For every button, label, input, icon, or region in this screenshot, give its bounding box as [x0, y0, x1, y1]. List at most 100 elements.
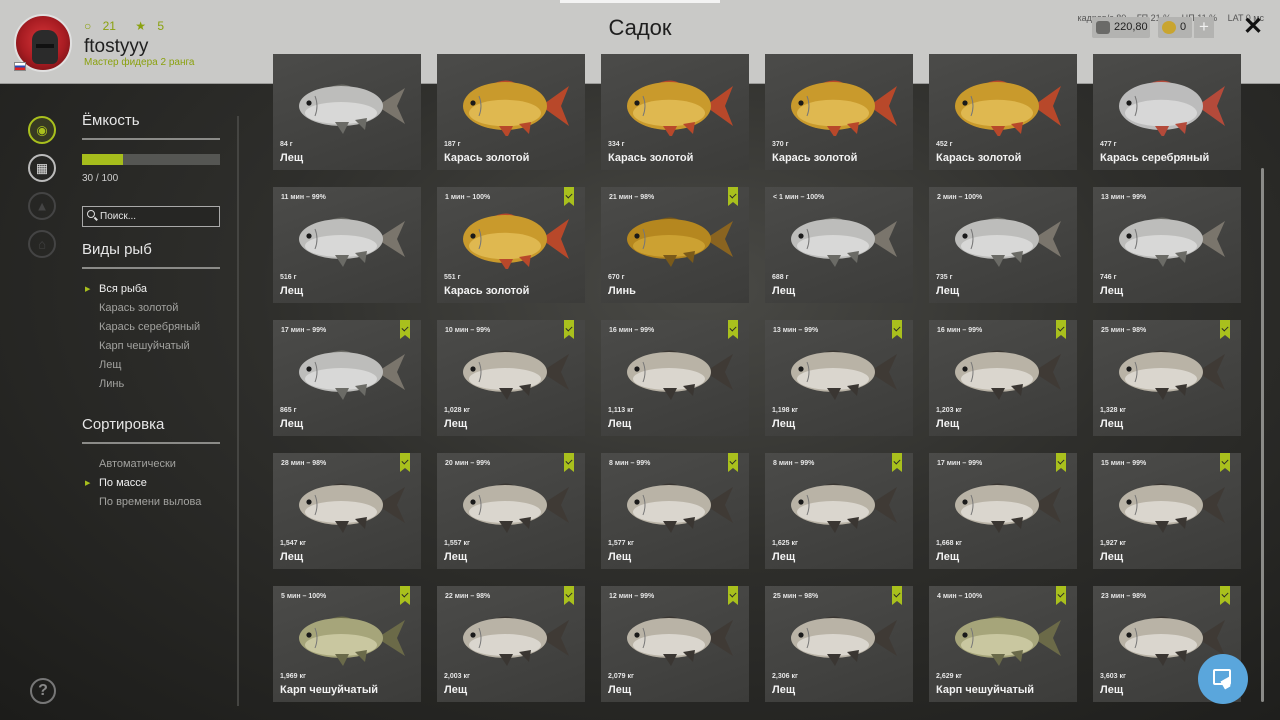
sort-list: АвтоматическиПо массеПо времени вылова: [82, 455, 220, 512]
fish-catch-info: 23 мин – 98%: [1101, 593, 1147, 600]
fish-card[interactable]: 21 мин – 98% 670 г Линь: [601, 187, 749, 303]
fish-card[interactable]: 452 г Карась золотой: [929, 54, 1077, 170]
fish-weight: 1,203 кг: [936, 407, 962, 414]
fish-catch-info: 15 мин – 99%: [1101, 460, 1147, 467]
fish-card[interactable]: 22 мин – 98% 2,003 кг Лещ: [437, 586, 585, 702]
fish-catch-info: 20 мин – 99%: [445, 460, 491, 467]
fish-image: [777, 608, 901, 668]
bookmark-check-icon: [892, 453, 902, 472]
species-filter-item[interactable]: Линь: [82, 375, 220, 394]
fish-image: [941, 342, 1065, 402]
fish-card[interactable]: 8 мин – 99% 1,625 кг Лещ: [765, 453, 913, 569]
fish-card[interactable]: 477 г Карась серебряный: [1093, 54, 1241, 170]
sort-option-item[interactable]: Автоматически: [82, 455, 220, 474]
fish-card[interactable]: 2 мин – 100% 735 г Лещ: [929, 187, 1077, 303]
fish-catch-info: 21 мин – 98%: [609, 194, 655, 201]
fish-weight: 1,557 кг: [444, 540, 470, 547]
search-input[interactable]: Поиск...: [82, 206, 220, 227]
fish-card[interactable]: 13 мин – 99% 746 г Лещ: [1093, 187, 1241, 303]
fish-weight: 2,079 кг: [608, 673, 634, 680]
silver-value: 220,80: [1114, 21, 1148, 33]
species-list: Вся рыбаКарась золотойКарась серебряныйК…: [82, 280, 220, 394]
fish-card[interactable]: 8 мин – 99% 1,577 кг Лещ: [601, 453, 749, 569]
fish-catch-info: 17 мин – 99%: [281, 327, 327, 334]
fish-weight: 1,927 кг: [1100, 540, 1126, 547]
fish-card[interactable]: 187 г Карась золотой: [437, 54, 585, 170]
fish-card[interactable]: 11 мин – 99% 516 г Лещ: [273, 187, 421, 303]
fish-catch-info: 16 мин – 99%: [937, 327, 983, 334]
fish-weight: 1,198 кг: [772, 407, 798, 414]
fish-weight: 84 г: [280, 141, 293, 148]
sort-option-item[interactable]: По времени вылова: [82, 493, 220, 512]
bookmark-check-icon: [728, 453, 738, 472]
fish-card[interactable]: 4 мин – 100% 2,629 кг Карп чешуйчатый: [929, 586, 1077, 702]
species-filter-item[interactable]: Карась серебряный: [82, 318, 220, 337]
fish-card[interactable]: 13 мин – 99% 1,198 кг Лещ: [765, 320, 913, 436]
gold-value: 0: [1180, 21, 1187, 33]
fish-catch-info: 11 мин – 99%: [281, 194, 326, 201]
fish-name: Линь: [608, 285, 636, 297]
fish-name: Лещ: [280, 152, 304, 164]
fish-card[interactable]: 1 мин – 100% 551 г Карась золотой: [437, 187, 585, 303]
fish-catch-info: 16 мин – 99%: [609, 327, 655, 334]
fish-card[interactable]: 25 мин – 98% 2,306 кг Лещ: [765, 586, 913, 702]
close-button[interactable]: ✕: [1240, 14, 1266, 40]
fish-catch-info: 12 мин – 99%: [609, 593, 655, 600]
fish-card[interactable]: 25 мин – 98% 1,328 кг Лещ: [1093, 320, 1241, 436]
fish-image: [941, 475, 1065, 535]
add-currency-button[interactable]: +: [1194, 17, 1214, 38]
fish-card[interactable]: 28 мин – 98% 1,547 кг Лещ: [273, 453, 421, 569]
russia-flag-icon: [14, 62, 26, 71]
fish-image: [285, 209, 409, 269]
fish-weight: 1,969 кг: [280, 673, 306, 680]
fish-catch-info: 13 мин – 99%: [1101, 194, 1147, 201]
fish-weight: 1,625 кг: [772, 540, 798, 547]
help-button[interactable]: ?: [30, 678, 56, 704]
fish-card[interactable]: 84 г Лещ: [273, 54, 421, 170]
bookmark-check-icon: [564, 453, 574, 472]
fish-name: Лещ: [280, 418, 304, 430]
fish-image: [285, 342, 409, 402]
species-filter-item[interactable]: Карась золотой: [82, 299, 220, 318]
bookmark-check-icon: [400, 453, 410, 472]
bookmark-check-icon: [564, 320, 574, 339]
fish-image: [449, 76, 573, 136]
sort-header: Сортировка: [82, 416, 220, 444]
fish-card[interactable]: 16 мин – 99% 1,113 кг Лещ: [601, 320, 749, 436]
fish-card[interactable]: 12 мин – 99% 2,079 кг Лещ: [601, 586, 749, 702]
capacity-bar-fill: [82, 154, 124, 165]
fish-image: [777, 342, 901, 402]
fish-image: [449, 608, 573, 668]
sort-option-item[interactable]: По массе: [82, 474, 220, 493]
fish-card[interactable]: 15 мин – 99% 1,927 кг Лещ: [1093, 453, 1241, 569]
keepnet-storage-tab[interactable]: ▦: [28, 154, 56, 182]
fish-card[interactable]: 16 мин – 99% 1,203 кг Лещ: [929, 320, 1077, 436]
fish-card[interactable]: 17 мин – 99% 865 г Лещ: [273, 320, 421, 436]
fish-weight: 516 г: [280, 274, 297, 281]
fish-catch-info: 22 мин – 98%: [445, 593, 491, 600]
fish-card[interactable]: 370 г Карась золотой: [765, 54, 913, 170]
fish-card[interactable]: 17 мин – 99% 1,668 кг Лещ: [929, 453, 1077, 569]
fish-card[interactable]: 10 мин – 99% 1,028 кг Лещ: [437, 320, 585, 436]
fish-card[interactable]: 20 мин – 99% 1,557 кг Лещ: [437, 453, 585, 569]
fish-weight: 370 г: [772, 141, 789, 148]
bookmark-check-icon: [400, 320, 410, 339]
fish-name: Лещ: [1100, 418, 1124, 430]
fish-catch-info: 13 мин – 99%: [773, 327, 819, 334]
fish-weight: 477 г: [1100, 141, 1117, 148]
fish-catch-info: 4 мин – 100%: [937, 593, 983, 600]
fish-card[interactable]: 5 мин – 100% 1,969 кг Карп чешуйчатый: [273, 586, 421, 702]
fish-card[interactable]: < 1 мин – 100% 688 г Лещ: [765, 187, 913, 303]
home-icon: ⌂: [38, 236, 46, 252]
release-fish-button[interactable]: [1198, 654, 1248, 704]
species-filter-item[interactable]: Вся рыба: [82, 280, 220, 299]
species-filter-item[interactable]: Лещ: [82, 356, 220, 375]
species-filter-item[interactable]: Карп чешуйчатый: [82, 337, 220, 356]
keepnet-fish-tab[interactable]: ◉: [28, 116, 56, 144]
bookmark-check-icon: [1056, 586, 1066, 605]
fish-catch-info: 5 мин – 100%: [281, 593, 327, 600]
fish-weight: 3,603 кг: [1100, 673, 1126, 680]
grid-scrollbar[interactable]: [1261, 168, 1264, 702]
fish-card[interactable]: 334 г Карась золотой: [601, 54, 749, 170]
fish-name: Лещ: [936, 285, 960, 297]
